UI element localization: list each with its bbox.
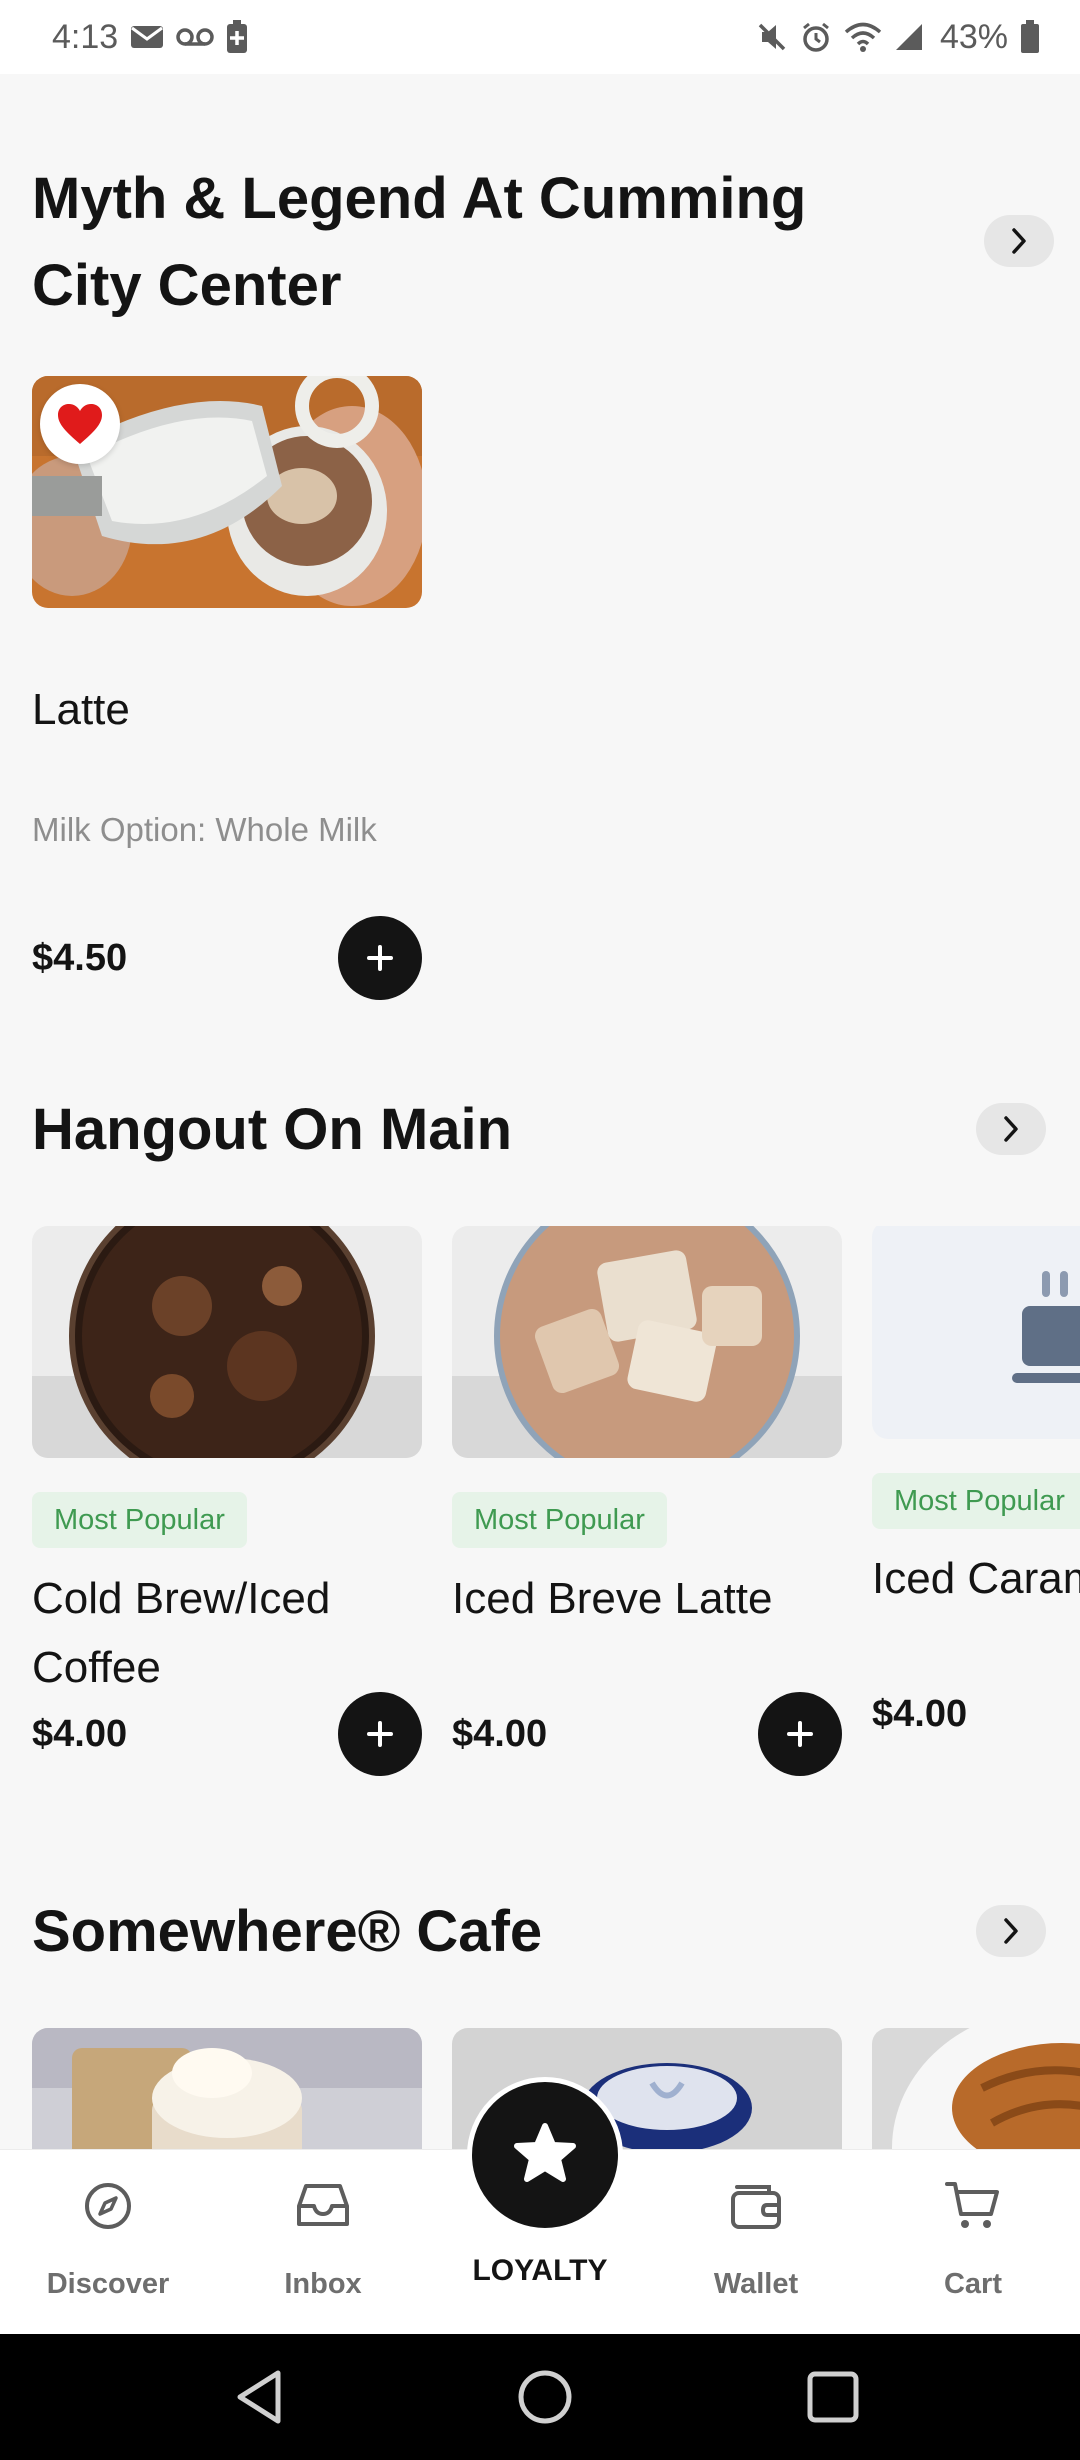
section-title: Myth & Legend At Cumming City Center (32, 166, 807, 318)
product-card-cold-brew[interactable]: Most Popular Cold Brew/Iced Coffee $4.00 (32, 1226, 422, 1826)
system-nav-bar (0, 2334, 1080, 2460)
loyalty-button[interactable] (467, 2077, 623, 2233)
wallet-icon (728, 2178, 784, 2234)
section-see-all-button[interactable] (976, 1103, 1046, 1155)
battery-percent: 43% (939, 17, 1008, 56)
plus-icon (367, 945, 393, 971)
section-see-all-button[interactable] (984, 215, 1054, 267)
product-card-cafe-1[interactable] (32, 2028, 422, 2149)
favorite-button[interactable] (40, 384, 120, 464)
product-price: $4.00 (872, 1693, 968, 1735)
product-image-placeholder[interactable] (872, 1226, 1080, 1439)
product-name: Cold Brew/Iced Coffee (32, 1574, 331, 1692)
plus-icon (367, 1721, 393, 1747)
section-title: Hangout On Main (32, 1097, 513, 1162)
compass-icon (80, 2178, 136, 2234)
plus-icon (787, 1721, 813, 1747)
add-to-cart-button[interactable] (758, 1692, 842, 1776)
wifi-icon (844, 21, 882, 53)
nav-label: Wallet (713, 2268, 799, 2300)
product-image-whipped-drink[interactable] (32, 2028, 422, 2149)
nav-label: Discover (46, 2268, 170, 2300)
nav-label: Inbox (284, 2268, 362, 2300)
most-popular-badge: Most Popular (32, 1492, 247, 1548)
battery-icon (1020, 20, 1040, 54)
product-image-iced-breve-latte[interactable] (452, 1226, 842, 1458)
signal-icon (894, 22, 924, 52)
product-price: $4.00 (32, 1713, 128, 1755)
product-price: $4.00 (452, 1713, 548, 1755)
nav-wallet[interactable]: Wallet (666, 2150, 846, 2335)
status-right: 43% (756, 18, 1040, 57)
section-see-all-button[interactable] (976, 1905, 1046, 1957)
chevron-right-icon (1004, 1918, 1018, 1944)
product-option: Milk Option: Whole Milk (32, 811, 377, 848)
nav-cart[interactable]: Cart (883, 2150, 1063, 2335)
inbox-icon (295, 2178, 351, 2234)
back-button[interactable] (225, 2362, 295, 2432)
nav-label: Cart (943, 2268, 1002, 2300)
product-image-croissant[interactable] (872, 2028, 1080, 2149)
mail-icon (130, 24, 164, 50)
most-popular-badge: Most Popular (452, 1492, 667, 1548)
home-circle-icon (518, 2370, 572, 2424)
status-bar: 4:13 43% (0, 0, 1080, 74)
main-content[interactable]: Myth & Legend At Cumming City Center Lat… (0, 74, 1080, 2149)
section-title: Somewhere® Cafe (32, 1899, 543, 1964)
status-time: 4:13 (52, 17, 119, 56)
nav-inbox[interactable]: Inbox (233, 2150, 413, 2335)
product-image-cold-brew[interactable] (32, 1226, 422, 1458)
alarm-icon (800, 21, 832, 53)
recents-square-icon (807, 2371, 859, 2423)
home-button[interactable] (510, 2362, 580, 2432)
product-price: $4.50 (32, 937, 128, 979)
star-icon (514, 2123, 576, 2182)
most-popular-badge: Most Popular (872, 1473, 1080, 1529)
product-name: Latte (32, 685, 130, 734)
product-name: Iced Caramel Latte (872, 1554, 1080, 1603)
add-to-cart-button[interactable] (338, 1692, 422, 1776)
chevron-right-icon (1004, 1116, 1018, 1142)
product-card-iced-breve-latte[interactable]: Most Popular Iced Breve Latte $4.00 (452, 1226, 842, 1826)
loyalty-label[interactable]: LOYALTY (440, 2254, 640, 2288)
add-to-cart-button[interactable] (338, 916, 422, 1000)
product-card-iced-caramel-latte[interactable]: Most Popular Iced Caramel Latte $4.00 (872, 1226, 1080, 1826)
battery-saver-icon (226, 20, 248, 54)
coffee-cup-icon (1012, 1271, 1080, 1383)
status-left: 4:13 (52, 18, 248, 57)
voicemail-icon (176, 26, 214, 48)
chevron-right-icon (1012, 228, 1026, 254)
section-hangout-on-main: Hangout On Main Most Popular Cold Brew/I… (0, 1086, 1080, 1856)
product-name: Iced Breve Latte (452, 1574, 773, 1623)
product-image-latte[interactable] (32, 376, 422, 608)
product-card-cafe-3[interactable] (872, 2028, 1080, 2149)
back-triangle-icon (237, 2370, 281, 2424)
cart-icon (945, 2178, 1001, 2234)
nav-discover[interactable]: Discover (18, 2150, 198, 2335)
mute-icon (756, 21, 788, 53)
heart-icon (58, 404, 102, 444)
recents-button[interactable] (798, 2362, 868, 2432)
section-myth-legend: Myth & Legend At Cumming City Center Lat… (0, 74, 1080, 1034)
product-card-latte[interactable]: Latte Milk Option: Whole Milk $4.50 (32, 376, 422, 1056)
